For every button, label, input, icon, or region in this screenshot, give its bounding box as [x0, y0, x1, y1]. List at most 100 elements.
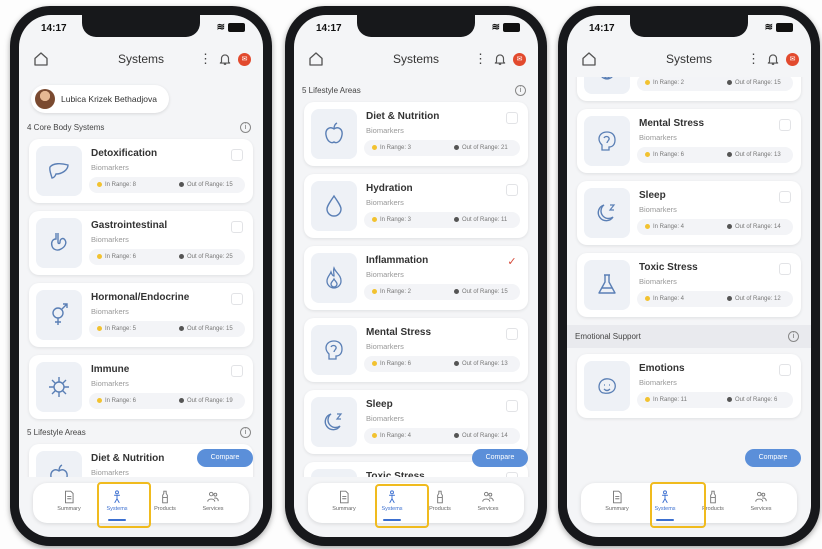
select-checkbox[interactable]: [779, 191, 791, 203]
select-checkbox[interactable]: [231, 365, 243, 377]
system-subtitle: Biomarkers: [366, 126, 404, 135]
in-range-dot-icon: [372, 361, 377, 366]
system-card[interactable]: Hydration Biomarkers In Range: 3 Out of …: [304, 174, 528, 238]
system-card[interactable]: Inflammation Biomarkers In Range: 2 Out …: [304, 246, 528, 310]
in-range-count: In Range: 6: [645, 152, 684, 158]
system-card[interactable]: Diet & Nutrition Biomarkers In Range: 3 …: [304, 102, 528, 166]
flame-icon: [311, 253, 357, 303]
out-range-dot-icon: [179, 326, 184, 331]
system-card[interactable]: Sleep Biomarkers In Range: 4 Out of Rang…: [577, 181, 801, 245]
range-summary: In Range: 3 Out of Range: 21: [364, 140, 520, 156]
system-name: Diet & Nutrition: [366, 111, 440, 122]
more-options-icon[interactable]: ⋮: [747, 51, 760, 67]
select-checkbox[interactable]: [506, 184, 518, 196]
tab-summary[interactable]: Summary: [323, 486, 365, 520]
system-card[interactable]: Mental Stress Biomarkers In Range: 6 Out…: [577, 109, 801, 173]
tab-summary[interactable]: Summary: [596, 486, 638, 520]
compare-button[interactable]: Compare: [472, 449, 528, 467]
system-card[interactable]: Mental Stress Biomarkers In Range: 6 Out…: [304, 318, 528, 382]
select-checkbox[interactable]: [779, 263, 791, 275]
system-card[interactable]: Sleep Biomarkers In Range: 4 Out of Rang…: [304, 390, 528, 454]
system-subtitle: Biomarkers: [639, 277, 677, 286]
out-of-range-count: Out of Range: 6: [727, 397, 777, 403]
select-checkbox[interactable]: [506, 400, 518, 412]
range-summary: In Range: 4 Out of Range: 14: [364, 428, 520, 444]
system-subtitle: Biomarkers: [366, 414, 404, 423]
bell-icon[interactable]: [766, 52, 780, 66]
range-summary: In Range: 4 Out of Range: 14: [637, 219, 793, 235]
bell-icon[interactable]: [218, 52, 232, 66]
system-subtitle: Biomarkers: [366, 270, 404, 279]
out-of-range-count: Out of Range: 14: [454, 433, 508, 439]
in-range-count: In Range: 8: [97, 182, 136, 188]
battery-icon: [503, 23, 520, 32]
brain-icon: [584, 116, 630, 166]
tab-label: Services: [477, 506, 499, 512]
system-card[interactable]: Immune Biomarkers In Range: 6 Out of Ran…: [29, 355, 253, 419]
selected-check-icon[interactable]: ✓: [506, 256, 518, 268]
out-range-dot-icon: [454, 361, 459, 366]
scroll-content[interactable]: Lubica Krizek Bethadjova 4 Core Body Sys…: [19, 77, 263, 477]
system-card[interactable]: Emotions Biomarkers In Range: 11 Out of …: [577, 354, 801, 418]
in-range-dot-icon: [645, 152, 650, 157]
flask-icon: [311, 469, 357, 477]
document-icon: [610, 490, 624, 504]
out-of-range-count: Out of Range: 13: [727, 152, 781, 158]
battery-icon: [228, 23, 245, 32]
more-options-icon[interactable]: ⋮: [199, 51, 212, 67]
user-profile-chip[interactable]: Lubica Krizek Bethadjova: [31, 85, 169, 113]
compare-button[interactable]: Compare: [745, 449, 801, 467]
info-icon[interactable]: i: [240, 122, 251, 133]
in-range-count: In Range: 11: [645, 397, 687, 403]
app-header: Systems ⋮ ✉: [294, 45, 538, 75]
scroll-content[interactable]: Inflammation Biomarkers In Range: 2 Out …: [567, 77, 811, 477]
notification-badge[interactable]: ✉: [786, 52, 799, 66]
system-card[interactable]: Gastrointestinal Biomarkers In Range: 6 …: [29, 211, 253, 275]
scroll-content[interactable]: 5 Lifestyle Areas i Diet & Nutrition Bio…: [294, 77, 538, 477]
tab-label: Services: [202, 506, 224, 512]
system-card[interactable]: Hormonal/Endocrine Biomarkers In Range: …: [29, 283, 253, 347]
out-of-range-count: Out of Range: 21: [454, 145, 508, 151]
system-name: Sleep: [639, 190, 666, 201]
select-checkbox[interactable]: [506, 328, 518, 340]
select-checkbox[interactable]: [506, 472, 518, 477]
notification-badge[interactable]: ✉: [238, 52, 251, 66]
tab-services[interactable]: Services: [192, 486, 234, 520]
more-options-icon[interactable]: ⋮: [474, 51, 487, 67]
system-name: Emotions: [639, 363, 685, 374]
range-summary: In Range: 3 Out of Range: 11: [364, 212, 520, 228]
select-checkbox[interactable]: [779, 119, 791, 131]
battery-icon: [776, 23, 793, 32]
system-card[interactable]: Toxic Stress Biomarkers In Range: 4 Out …: [577, 253, 801, 317]
select-checkbox[interactable]: [779, 364, 791, 376]
info-icon[interactable]: i: [240, 427, 251, 438]
tab-services[interactable]: Services: [467, 486, 509, 520]
bell-icon[interactable]: [493, 52, 507, 66]
select-checkbox[interactable]: [231, 149, 243, 161]
range-summary: In Range: 6 Out of Range: 13: [637, 147, 793, 163]
system-card[interactable]: Inflammation Biomarkers In Range: 2 Out …: [577, 77, 801, 101]
tab-label: Summary: [57, 506, 81, 512]
info-icon[interactable]: i: [788, 331, 799, 342]
out-of-range-count: Out of Range: 19: [179, 398, 233, 404]
select-checkbox[interactable]: [506, 112, 518, 124]
system-subtitle: Biomarkers: [91, 163, 129, 172]
select-checkbox[interactable]: [231, 293, 243, 305]
out-range-dot-icon: [727, 296, 732, 301]
select-checkbox[interactable]: [231, 221, 243, 233]
tab-services[interactable]: Services: [740, 486, 782, 520]
compare-button[interactable]: Compare: [197, 449, 253, 467]
system-subtitle: Biomarkers: [639, 133, 677, 142]
system-card[interactable]: Detoxification Biomarkers In Range: 8 Ou…: [29, 139, 253, 203]
range-summary: In Range: 6 Out of Range: 25: [89, 249, 245, 265]
tab-summary[interactable]: Summary: [48, 486, 90, 520]
system-subtitle: Biomarkers: [91, 379, 129, 388]
notification-badge[interactable]: ✉: [513, 52, 526, 66]
notch: [357, 15, 475, 37]
liver-icon: [36, 146, 82, 196]
info-icon[interactable]: i: [515, 85, 526, 96]
in-range-dot-icon: [645, 80, 650, 85]
range-summary: In Range: 2 Out of Range: 15: [364, 284, 520, 300]
document-icon: [337, 490, 351, 504]
system-name: Toxic Stress: [366, 471, 425, 477]
